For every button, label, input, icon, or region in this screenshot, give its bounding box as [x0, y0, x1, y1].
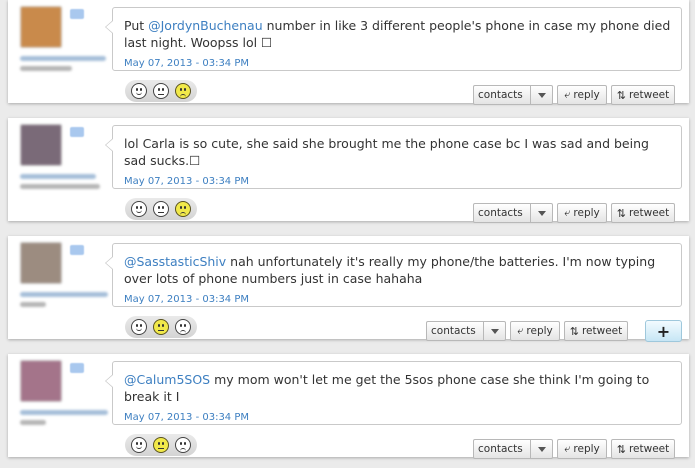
profile-badge-icon: [70, 127, 84, 137]
retweet-label: retweet: [581, 325, 623, 337]
retweet-button[interactable]: ⇅ retweet: [611, 203, 675, 223]
tweet-bubble: @SasstasticShiv nah unfortunately it's r…: [105, 243, 682, 307]
neutral-face-icon[interactable]: [153, 83, 169, 99]
tweet-card: lol Carla is so cute, she said she broug…: [8, 118, 689, 223]
sad-face-icon[interactable]: [175, 437, 191, 453]
chevron-down-icon[interactable]: [530, 86, 552, 104]
neutral-face-icon[interactable]: [153, 319, 169, 335]
retweet-button[interactable]: ⇅ retweet: [611, 439, 675, 459]
profile-badge-icon: [70, 245, 84, 255]
fullname-blurred: [20, 420, 46, 425]
username-blurred: [20, 410, 108, 415]
reply-label: reply: [573, 207, 600, 219]
retweet-icon: ⇅: [616, 88, 626, 102]
username-blurred: [20, 174, 96, 179]
tweet-card: @Calum5SOS my mom won't let me get the 5…: [8, 354, 689, 459]
retweet-button[interactable]: ⇅ retweet: [611, 85, 675, 105]
retweet-icon: ⇅: [616, 206, 626, 220]
mention-link[interactable]: @Calum5SOS: [124, 372, 210, 387]
retweet-label: retweet: [628, 207, 670, 219]
emotion-selector: [125, 434, 197, 456]
plus-icon: +: [656, 321, 671, 341]
sad-face-icon[interactable]: [175, 201, 191, 217]
avatar[interactable]: [20, 6, 62, 48]
username-blurred: [20, 56, 106, 61]
tweet-card: @SasstasticShiv nah unfortunately it's r…: [8, 236, 689, 342]
emotion-selector: [125, 316, 197, 338]
avatar[interactable]: [20, 360, 62, 402]
contacts-dropdown[interactable]: contacts: [473, 439, 553, 459]
fullname-blurred: [20, 302, 46, 307]
tweet-timestamp[interactable]: May 07, 2013 - 03:34 PM: [124, 412, 249, 423]
reply-arrow-icon: ⤶: [564, 88, 571, 101]
fullname-blurred: [20, 184, 100, 189]
tweet-text: lol Carla is so cute, she said she broug…: [124, 136, 649, 168]
tweet-timestamp[interactable]: May 07, 2013 - 03:34 PM: [124, 176, 249, 187]
add-button[interactable]: +: [645, 320, 682, 342]
chevron-down-icon[interactable]: [530, 204, 552, 222]
retweet-button[interactable]: ⇅ retweet: [564, 321, 628, 341]
contacts-label: contacts: [478, 443, 523, 455]
contacts-dropdown[interactable]: contacts: [473, 85, 553, 105]
emotion-selector: [125, 198, 197, 220]
tweet-text: Put @JordynBuchenau number in like 3 dif…: [124, 18, 671, 50]
tweet-text: @SasstasticShiv nah unfortunately it's r…: [124, 254, 656, 286]
emotion-selector: [125, 80, 197, 102]
reply-button[interactable]: ⤶ reply: [557, 85, 607, 105]
neutral-face-icon[interactable]: [153, 201, 169, 217]
neutral-face-icon[interactable]: [153, 437, 169, 453]
tweet-timestamp[interactable]: May 07, 2013 - 03:34 PM: [124, 58, 249, 69]
contacts-label: contacts: [431, 325, 476, 337]
chevron-down-icon[interactable]: [530, 440, 552, 458]
tweet-bubble: Put @JordynBuchenau number in like 3 dif…: [105, 7, 682, 71]
reply-button[interactable]: ⤶ reply: [557, 203, 607, 223]
avatar[interactable]: [20, 124, 62, 166]
tweet-bubble: @Calum5SOS my mom won't let me get the 5…: [105, 361, 682, 425]
reply-arrow-icon: ⤶: [517, 324, 524, 337]
reply-label: reply: [573, 89, 600, 101]
retweet-icon: ⇅: [616, 442, 626, 456]
reply-arrow-icon: ⤶: [564, 206, 571, 219]
username-blurred: [20, 292, 108, 297]
profile-badge-icon: [70, 9, 84, 19]
mention-link[interactable]: @SasstasticShiv: [124, 254, 226, 269]
reply-button[interactable]: ⤶ reply: [557, 439, 607, 459]
happy-face-icon[interactable]: [131, 319, 147, 335]
sad-face-icon[interactable]: [175, 319, 191, 335]
contacts-dropdown[interactable]: contacts: [473, 203, 553, 223]
reply-button[interactable]: ⤶ reply: [510, 321, 560, 341]
happy-face-icon[interactable]: [131, 437, 147, 453]
reply-label: reply: [526, 325, 553, 337]
tweet-text: @Calum5SOS my mom won't let me get the 5…: [124, 372, 650, 404]
happy-face-icon[interactable]: [131, 83, 147, 99]
mention-link[interactable]: @JordynBuchenau: [148, 18, 263, 33]
profile-badge-icon: [70, 363, 84, 373]
reply-arrow-icon: ⤶: [564, 442, 571, 455]
sad-face-icon[interactable]: [175, 83, 191, 99]
contacts-dropdown[interactable]: contacts: [426, 321, 506, 341]
tweet-card: Put @JordynBuchenau number in like 3 dif…: [8, 0, 689, 105]
retweet-label: retweet: [628, 89, 670, 101]
contacts-label: contacts: [478, 89, 523, 101]
tweet-timestamp[interactable]: May 07, 2013 - 03:34 PM: [124, 294, 249, 305]
retweet-icon: ⇅: [569, 324, 579, 338]
retweet-label: retweet: [628, 443, 670, 455]
happy-face-icon[interactable]: [131, 201, 147, 217]
tweet-bubble: lol Carla is so cute, she said she broug…: [105, 125, 682, 189]
chevron-down-icon[interactable]: [483, 322, 505, 340]
fullname-blurred: [20, 66, 72, 71]
reply-label: reply: [573, 443, 600, 455]
avatar[interactable]: [20, 242, 62, 284]
contacts-label: contacts: [478, 207, 523, 219]
